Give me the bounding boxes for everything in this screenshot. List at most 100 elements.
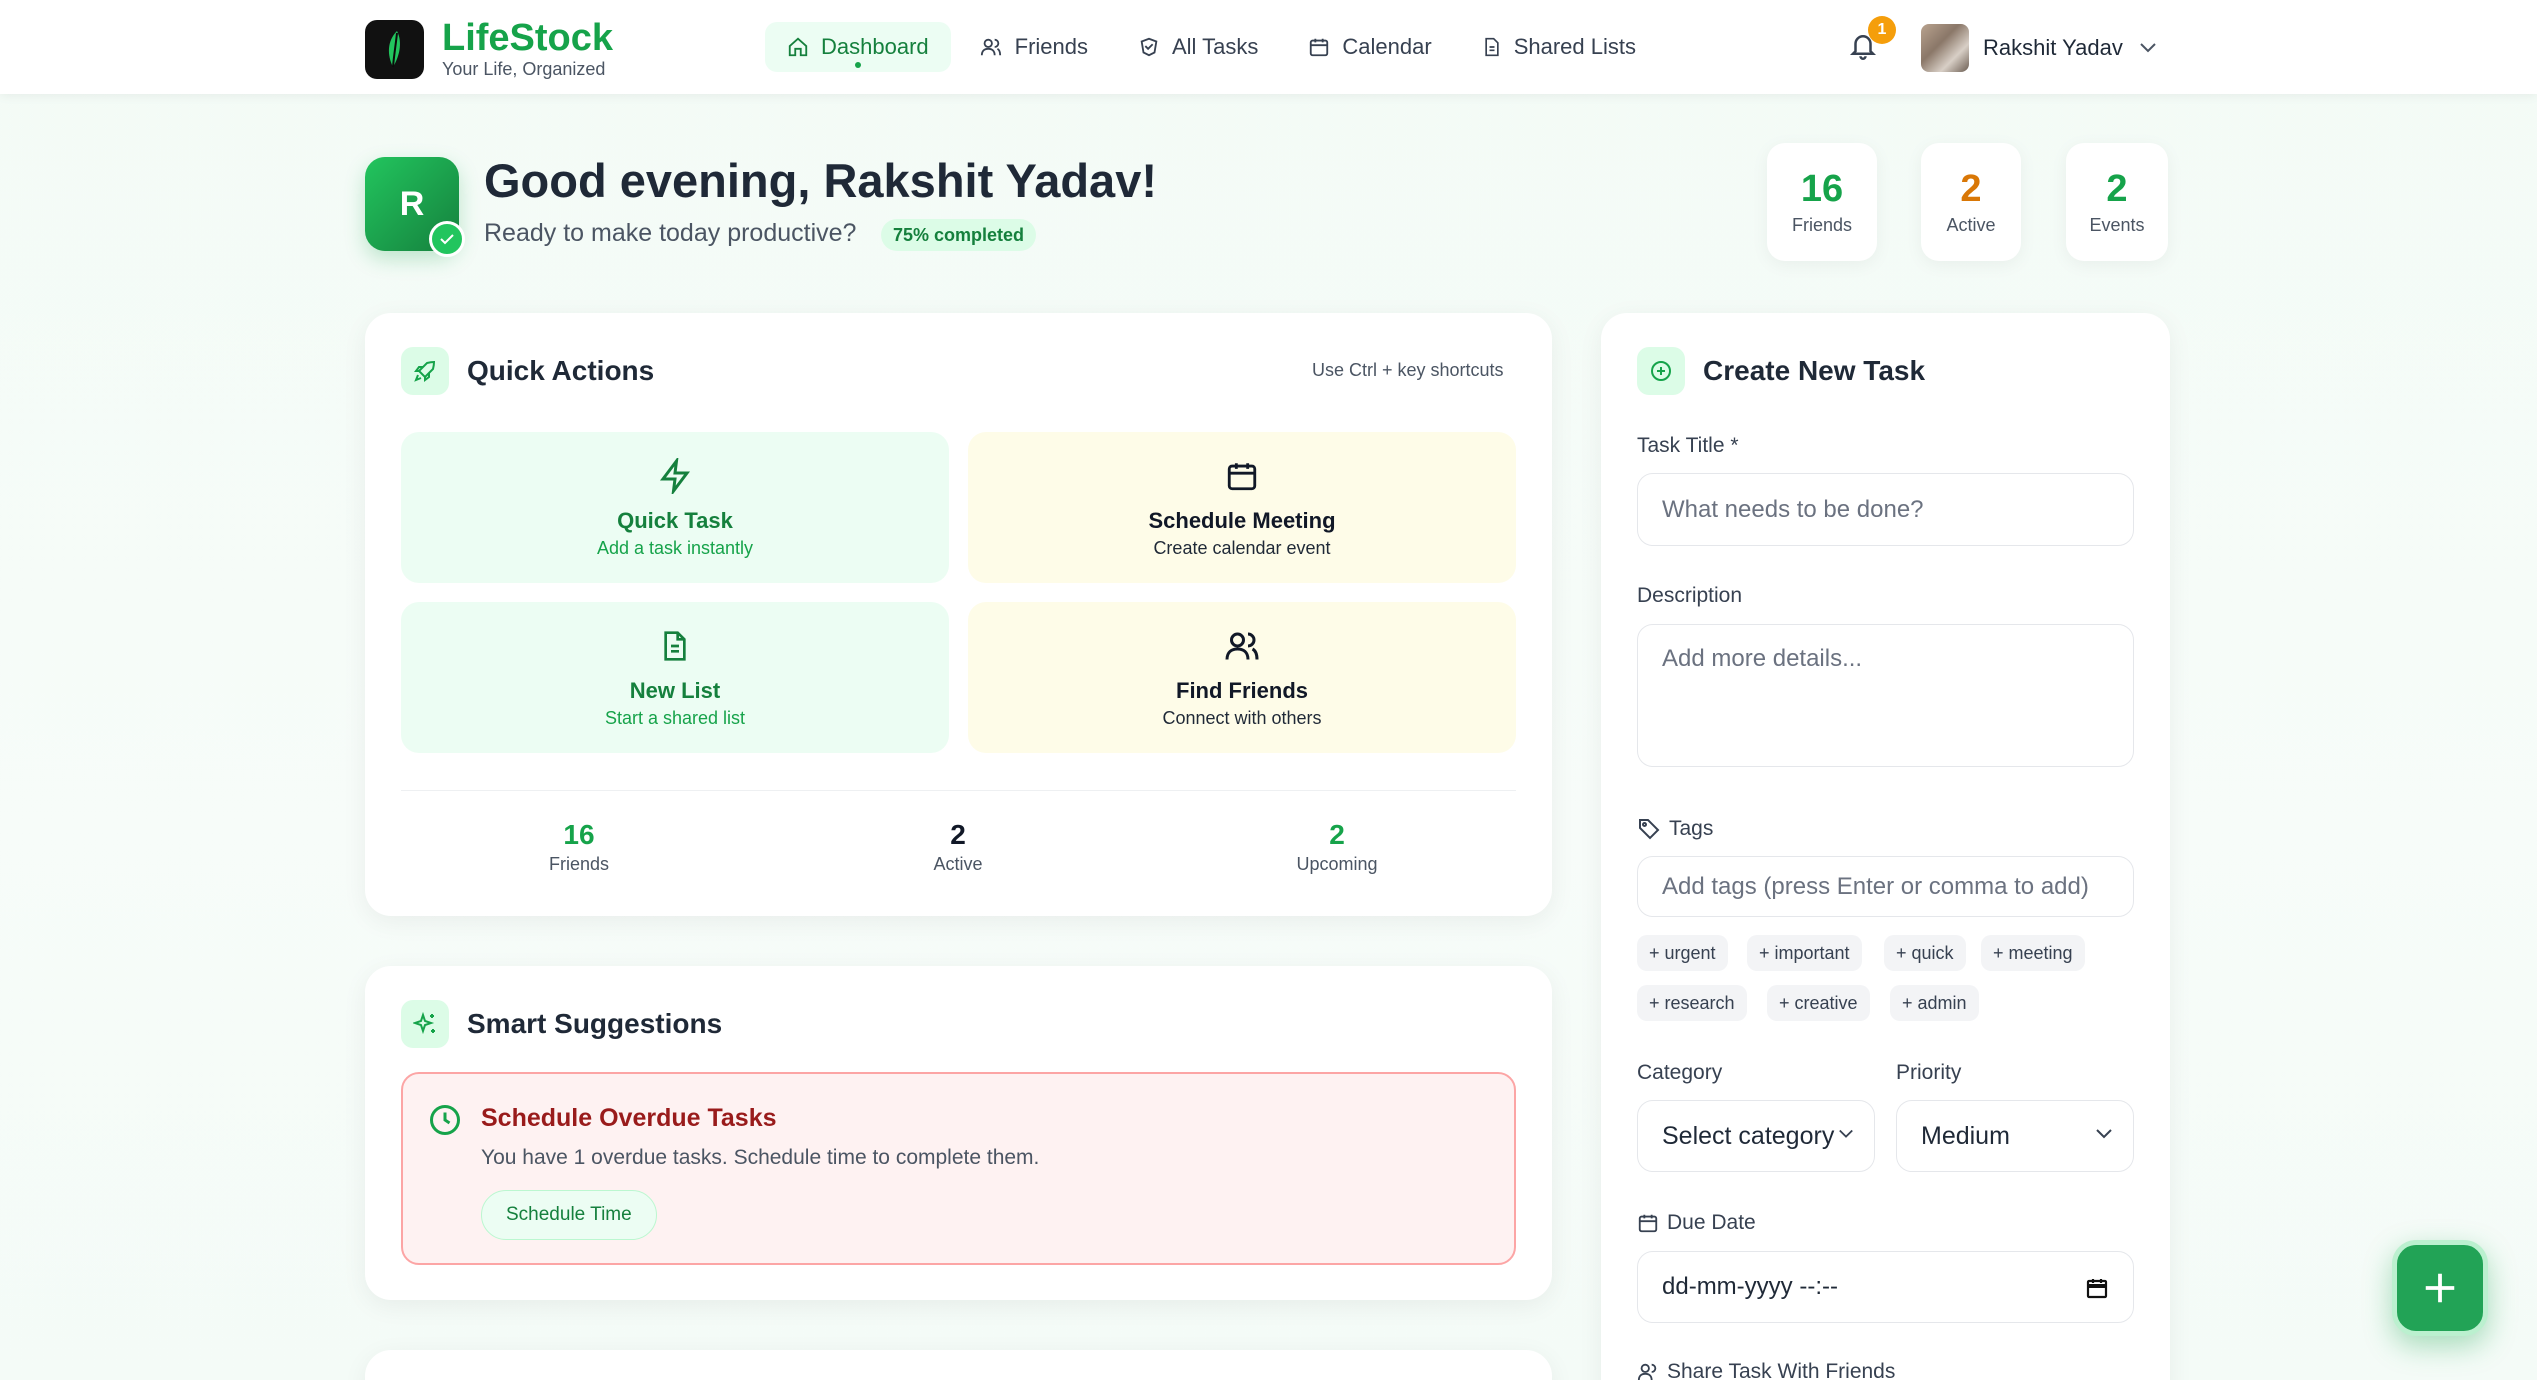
users-icon — [980, 38, 1001, 56]
tile-title: Find Friends — [1176, 678, 1308, 703]
plus-circle-icon — [1637, 347, 1685, 395]
priority-label: Priority — [1896, 1061, 1962, 1084]
nav-all-tasks[interactable]: All Tasks — [1116, 22, 1280, 72]
quick-actions-header: Quick Actions — [401, 347, 654, 395]
tag-suggestion-admin[interactable]: + admin — [1890, 985, 1979, 1021]
chevron-down-icon — [2096, 1129, 2112, 1139]
suggestion-text: You have 1 overdue tasks. Schedule time … — [481, 1146, 1040, 1169]
active-indicator — [854, 62, 861, 68]
clock-icon — [430, 1105, 460, 1135]
priority-value: Medium — [1921, 1121, 2010, 1150]
document-icon — [664, 631, 686, 661]
user-menu[interactable]: Rakshit Yadav — [1921, 24, 2157, 72]
schedule-meeting-button[interactable]: Schedule Meeting Create calendar event — [968, 432, 1516, 583]
nav-calendar[interactable]: Calendar — [1286, 22, 1453, 72]
nav-shared-lists[interactable]: Shared Lists — [1460, 22, 1658, 72]
mini-stat-upcoming: 2 Upcoming — [1237, 818, 1437, 875]
category-value: Select category — [1662, 1121, 1835, 1150]
leaf-logo-icon — [365, 19, 424, 79]
stat-value: 16 — [1800, 168, 1844, 210]
calendar-icon — [1638, 1214, 1658, 1233]
mini-stat-value: 2 — [950, 819, 966, 850]
brand-tagline: Your Life, Organized — [442, 59, 606, 79]
tile-subtitle: Connect with others — [1162, 708, 1322, 728]
task-title-label: Task Title * — [1637, 434, 1739, 457]
nav-friends-label: Friends — [1014, 34, 1088, 59]
stat-label: Events — [2089, 215, 2145, 235]
nav-dashboard-label: Dashboard — [821, 34, 929, 59]
mini-stat-label: Upcoming — [1296, 854, 1378, 874]
smart-suggestions-header: Smart Suggestions — [401, 1000, 722, 1048]
tag-suggestion-urgent[interactable]: + urgent — [1637, 935, 1728, 971]
users-icon — [1637, 1363, 1657, 1380]
calendar-icon — [1310, 38, 1329, 57]
user-name: Rakshit Yadav — [1983, 35, 2123, 60]
chevron-down-icon — [1839, 1129, 1853, 1138]
description-textarea[interactable] — [1637, 624, 2134, 767]
stat-label: Friends — [1791, 215, 1853, 235]
plus-icon — [2425, 1273, 2455, 1303]
stat-friends: 16 Friends — [1767, 143, 1877, 261]
tile-title: New List — [629, 678, 721, 703]
category-label: Category — [1637, 1061, 1723, 1084]
description-label: Description — [1637, 584, 1743, 607]
stat-active: 2 Active — [1921, 143, 2021, 261]
tag-suggestion-meeting[interactable]: + meeting — [1981, 935, 2085, 971]
rocket-icon — [401, 347, 449, 395]
priority-select[interactable]: Medium — [1896, 1100, 2134, 1172]
quick-actions-title: Quick Actions — [467, 355, 655, 386]
brand[interactable]: LifeStock Your Life, Organized — [365, 18, 613, 80]
mini-stat-friends: 16 Friends — [479, 818, 679, 875]
calendar-picker-icon[interactable] — [2085, 1276, 2109, 1300]
sparkles-icon — [401, 1000, 449, 1048]
stat-value: 2 — [2106, 168, 2128, 210]
top-navbar: LifeStock Your Life, Organized Dashboard… — [0, 0, 2537, 94]
tag-suggestion-quick[interactable]: + quick — [1884, 935, 1966, 971]
share-label-row: Share Task With Friends — [1637, 1360, 1895, 1380]
schedule-time-button[interactable]: Schedule Time — [481, 1190, 657, 1240]
due-date-label-row: Due Date — [1637, 1211, 1756, 1235]
lightning-icon — [660, 458, 690, 494]
check-icon — [429, 221, 465, 257]
brand-name: LifeStock — [442, 17, 614, 59]
new-list-button[interactable]: New List Start a shared list — [401, 602, 949, 753]
greeting-subtitle: Ready to make today productive? — [484, 219, 857, 247]
mini-stat-active: 2 Active — [858, 818, 1058, 875]
main-nav: Dashboard Friends All Tasks Calendar Sha… — [765, 22, 1664, 72]
nav-dashboard[interactable]: Dashboard — [765, 22, 951, 72]
stat-events: 2 Events — [2066, 143, 2168, 261]
greeting-title: Good evening, Rakshit Yadav! — [484, 154, 1157, 207]
add-fab-button[interactable] — [2392, 1240, 2488, 1336]
task-title-input[interactable] — [1637, 473, 2134, 546]
create-task-title: Create New Task — [1703, 355, 1926, 386]
chevron-down-icon — [2140, 43, 2156, 53]
tags-input[interactable] — [1637, 856, 2134, 917]
calendar-icon — [1227, 463, 1257, 491]
due-date-value: dd-mm-yyyy --:-- — [1662, 1273, 1838, 1300]
notification-badge: 1 — [1868, 16, 1896, 44]
divider — [401, 790, 1516, 791]
mini-stat-label: Active — [933, 854, 983, 874]
category-select[interactable]: Select category — [1637, 1100, 1875, 1172]
tile-title: Schedule Meeting — [1148, 508, 1336, 533]
stat-label: Active — [1946, 215, 1996, 235]
nav-friends[interactable]: Friends — [957, 22, 1110, 72]
shortcut-hint: Use Ctrl + key shortcuts — [1312, 360, 1504, 380]
due-date-label: Due Date — [1667, 1211, 1756, 1234]
quick-task-button[interactable]: Quick Task Add a task instantly — [401, 432, 949, 583]
suggestion-title: Schedule Overdue Tasks — [481, 1104, 777, 1132]
tile-subtitle: Add a task instantly — [596, 538, 754, 558]
mini-stat-label: Friends — [548, 854, 610, 874]
tile-subtitle: Create calendar event — [1153, 538, 1331, 558]
find-friends-button[interactable]: Find Friends Connect with others — [968, 602, 1516, 753]
tasks-icon — [1140, 37, 1158, 57]
tag-suggestion-creative[interactable]: + creative — [1767, 985, 1870, 1021]
tag-icon — [1639, 819, 1660, 840]
tile-title: Quick Task — [617, 508, 733, 533]
tag-suggestion-research[interactable]: + research — [1637, 985, 1747, 1021]
tag-suggestion-important[interactable]: + important — [1747, 935, 1862, 971]
users-icon — [1225, 632, 1259, 660]
due-date-input[interactable]: dd-mm-yyyy --:-- — [1637, 1251, 2134, 1323]
home-icon — [788, 37, 808, 57]
nav-calendar-label: Calendar — [1342, 34, 1432, 59]
